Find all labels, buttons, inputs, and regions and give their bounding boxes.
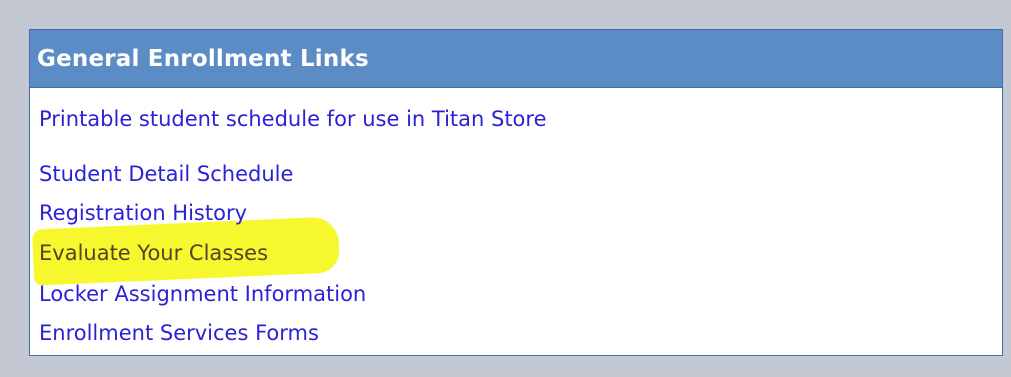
panel-title: General Enrollment Links: [37, 45, 369, 72]
enrollment-services-forms-link[interactable]: Enrollment Services Forms: [39, 320, 319, 346]
locker-assignment-information-link[interactable]: Locker Assignment Information: [39, 281, 366, 307]
links-list: Printable student schedule for use in Ti…: [30, 88, 1002, 356]
evaluate-your-classes-link[interactable]: Evaluate Your Classes: [39, 240, 268, 266]
registration-history-link[interactable]: Registration History: [39, 200, 247, 226]
printable-student-schedule-link[interactable]: Printable student schedule for use in Ti…: [39, 106, 547, 132]
panel-header: General Enrollment Links: [30, 30, 1002, 88]
general-enrollment-links-panel: General Enrollment Links Printable stude…: [29, 29, 1003, 356]
page: General Enrollment Links Printable stude…: [0, 0, 1011, 377]
student-detail-schedule-link[interactable]: Student Detail Schedule: [39, 161, 293, 187]
